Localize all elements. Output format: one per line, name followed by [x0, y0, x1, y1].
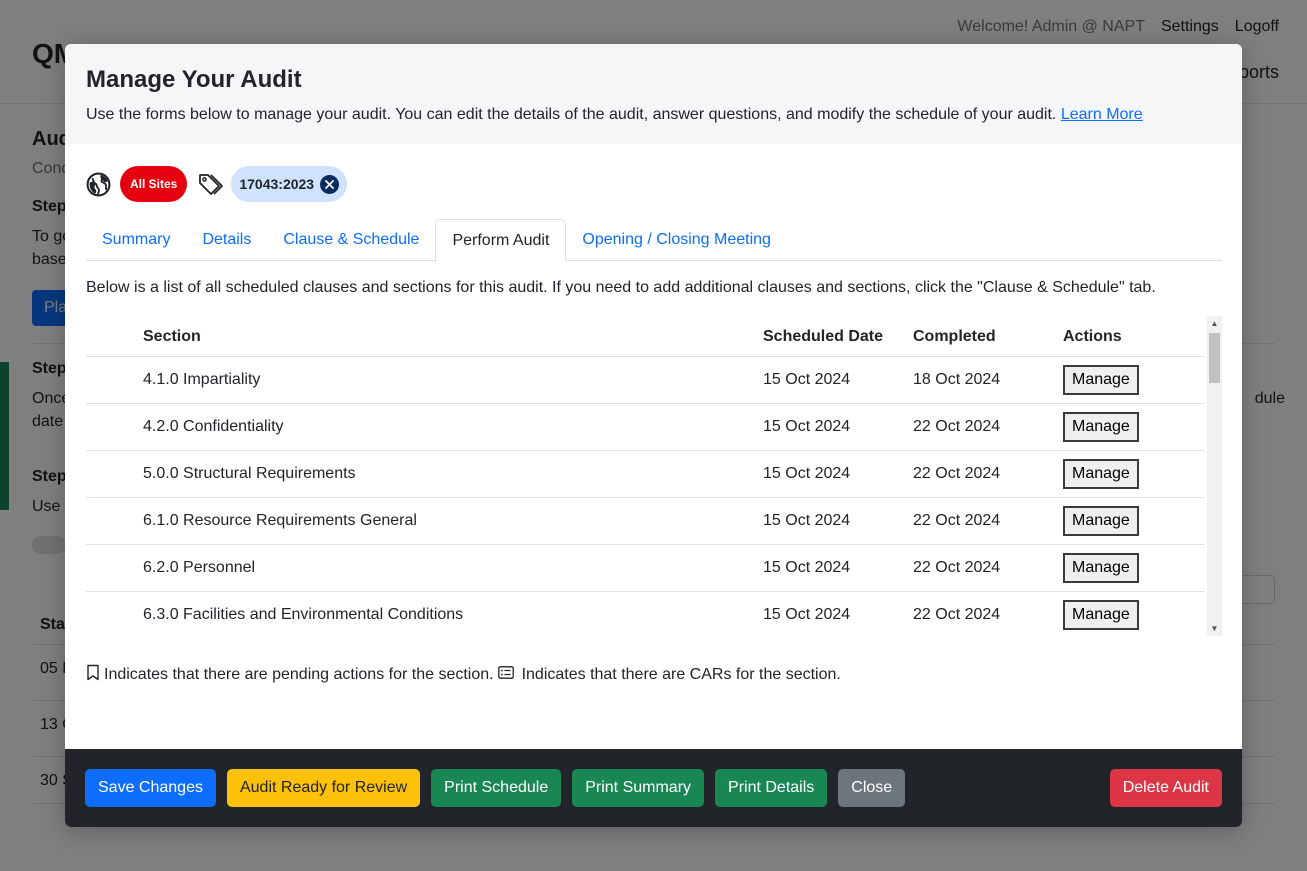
- modal-description: Use the forms below to manage your audit…: [86, 106, 1221, 124]
- row-scheduled-date: 15 Oct 2024: [763, 450, 913, 498]
- row-completed-date: 22 Oct 2024: [913, 544, 1063, 592]
- save-changes-button[interactable]: Save Changes: [85, 769, 216, 807]
- scroll-down-arrow-icon[interactable]: ▼: [1207, 621, 1222, 636]
- row-scheduled-date: 15 Oct 2024: [763, 497, 913, 545]
- legend-cars-text: Indicates that there are CARs for the se…: [521, 666, 841, 683]
- row-section: 4.2.0 Confidentiality: [143, 403, 763, 451]
- row-completed-date: 22 Oct 2024: [913, 497, 1063, 545]
- modal-footer: Save Changes Audit Ready for Review Prin…: [65, 749, 1242, 827]
- sections-table: Section Scheduled Date Completed Actions…: [86, 316, 1205, 636]
- row-indicator: [86, 544, 143, 592]
- all-sites-pill[interactable]: All Sites: [120, 166, 188, 202]
- row-completed-date: 22 Oct 2024: [913, 403, 1063, 451]
- row-completed-date: 18 Oct 2024: [913, 356, 1063, 404]
- standard-pill-label: 17043:2023: [239, 176, 315, 192]
- table-row: 4.2.0 Confidentiality 15 Oct 2024 22 Oct…: [86, 403, 1205, 451]
- table-header-row: Section Scheduled Date Completed Actions: [86, 316, 1205, 357]
- print-schedule-button[interactable]: Print Schedule: [431, 769, 562, 807]
- row-scheduled-date: 15 Oct 2024: [763, 403, 913, 451]
- standard-pill: 17043:2023: [231, 166, 348, 202]
- scroll-up-arrow-icon[interactable]: ▲: [1207, 316, 1222, 331]
- manage-button[interactable]: Manage: [1063, 458, 1139, 489]
- sections-table-container: Section Scheduled Date Completed Actions…: [86, 316, 1222, 636]
- table-row: 6.1.0 Resource Requirements General 15 O…: [86, 497, 1205, 545]
- row-actions: Manage: [1063, 544, 1205, 592]
- row-actions: Manage: [1063, 403, 1205, 451]
- row-scheduled-date: 15 Oct 2024: [763, 591, 913, 636]
- tab-opening-closing-meeting[interactable]: Opening / Closing Meeting: [566, 219, 787, 261]
- row-actions: Manage: [1063, 356, 1205, 404]
- audit-ready-for-review-button[interactable]: Audit Ready for Review: [226, 769, 421, 807]
- modal-description-text: Use the forms below to manage your audit…: [86, 106, 1057, 123]
- manage-button[interactable]: Manage: [1063, 364, 1139, 395]
- row-actions: Manage: [1063, 450, 1205, 498]
- table-header-indicator: [86, 316, 143, 357]
- table-header-actions: Actions: [1063, 316, 1205, 357]
- row-indicator: [86, 497, 143, 545]
- row-indicator: [86, 403, 143, 451]
- legend-pending-text: Indicates that there are pending actions…: [104, 666, 494, 683]
- row-indicator: [86, 591, 143, 636]
- close-button[interactable]: Close: [838, 769, 906, 807]
- table-header-scheduled: Scheduled Date: [763, 316, 913, 357]
- row-actions: Manage: [1063, 497, 1205, 545]
- tab-details[interactable]: Details: [186, 219, 267, 261]
- tab-perform-audit[interactable]: Perform Audit: [435, 219, 567, 262]
- modal-title: Manage Your Audit: [86, 66, 302, 93]
- modal-body: All Sites 17043:2023 Summary Details Cla…: [65, 144, 1242, 749]
- table-row: 6.3.0 Facilities and Environmental Condi…: [86, 591, 1205, 636]
- manage-audit-modal: Manage Your Audit Use the forms below to…: [65, 44, 1242, 827]
- bookmark-icon: [86, 664, 104, 686]
- remove-standard-icon[interactable]: [320, 174, 340, 194]
- perform-audit-intro: Below is a list of all scheduled clauses…: [86, 279, 1156, 296]
- card-list-icon: [497, 666, 518, 684]
- manage-button[interactable]: Manage: [1063, 411, 1139, 442]
- table-header-section: Section: [143, 316, 763, 357]
- table-row: 4.1.0 Impartiality 15 Oct 2024 18 Oct 20…: [86, 356, 1205, 404]
- row-section: 6.1.0 Resource Requirements General: [143, 497, 763, 545]
- tab-clause-schedule[interactable]: Clause & Schedule: [267, 219, 435, 261]
- manage-button[interactable]: Manage: [1063, 505, 1139, 536]
- audit-tabs: Summary Details Clause & Schedule Perfor…: [86, 219, 1222, 262]
- manage-button[interactable]: Manage: [1063, 599, 1139, 630]
- table-header-completed: Completed: [913, 316, 1063, 357]
- delete-audit-button[interactable]: Delete Audit: [1109, 769, 1222, 807]
- row-scheduled-date: 15 Oct 2024: [763, 356, 913, 404]
- row-actions: Manage: [1063, 591, 1205, 636]
- row-section: 6.2.0 Personnel: [143, 544, 763, 592]
- table-scrollbar[interactable]: ▲ ▼: [1207, 316, 1222, 636]
- table-row: 6.2.0 Personnel 15 Oct 2024 22 Oct 2024 …: [86, 544, 1205, 592]
- scrollbar-thumb[interactable]: [1209, 333, 1220, 383]
- modal-header: Manage Your Audit Use the forms below to…: [65, 44, 1242, 144]
- row-indicator: [86, 356, 143, 404]
- manage-button[interactable]: Manage: [1063, 552, 1139, 583]
- row-completed-date: 22 Oct 2024: [913, 450, 1063, 498]
- learn-more-link[interactable]: Learn More: [1061, 106, 1143, 123]
- tags-icon: [197, 172, 224, 196]
- print-details-button[interactable]: Print Details: [715, 769, 828, 807]
- row-indicator: [86, 450, 143, 498]
- row-completed-date: 22 Oct 2024: [913, 591, 1063, 636]
- row-scheduled-date: 15 Oct 2024: [763, 544, 913, 592]
- table-legend: Indicates that there are pending actions…: [86, 664, 841, 686]
- audit-tags: All Sites 17043:2023: [86, 166, 348, 202]
- print-summary-button[interactable]: Print Summary: [572, 769, 705, 807]
- tab-summary[interactable]: Summary: [86, 219, 186, 261]
- globe-icon: [86, 172, 111, 197]
- row-section: 4.1.0 Impartiality: [143, 356, 763, 404]
- table-row: 5.0.0 Structural Requirements 15 Oct 202…: [86, 450, 1205, 498]
- row-section: 6.3.0 Facilities and Environmental Condi…: [143, 591, 763, 636]
- row-section: 5.0.0 Structural Requirements: [143, 450, 763, 498]
